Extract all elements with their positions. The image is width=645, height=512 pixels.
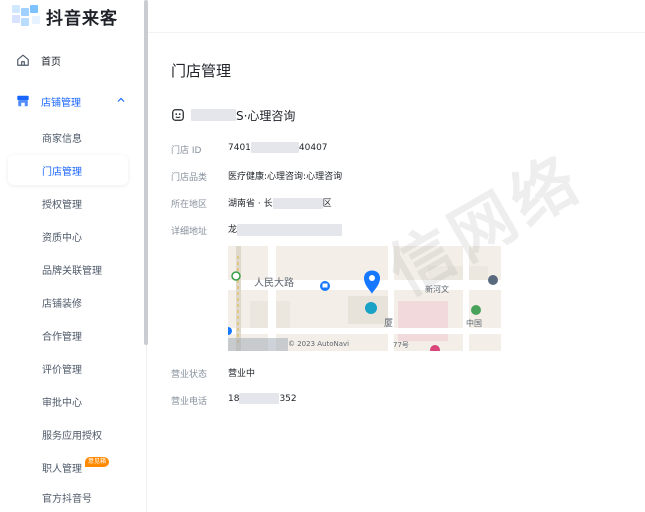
home-icon	[17, 54, 29, 66]
sidebar-group-label: 店铺管理	[41, 97, 81, 109]
phone-label: 营业电话	[171, 397, 208, 407]
masked-text	[239, 393, 280, 404]
sidebar-item-qualification[interactable]: 资质中心	[8, 221, 128, 251]
map-place-label: 厦	[384, 319, 394, 329]
sidebar-item-reviews[interactable]: 评价管理	[8, 353, 128, 383]
address-value: 龙	[228, 222, 343, 236]
app-logo[interactable]: 抖音来客	[12, 4, 118, 29]
phone-value: 18 352	[228, 393, 297, 404]
status-value: 营业中	[228, 369, 256, 379]
sidebar-item-staff[interactable]: 职人管理 意见箱	[8, 452, 128, 482]
sidebar-item-authorization[interactable]: 授权管理	[8, 188, 128, 218]
logo-icon	[12, 5, 44, 27]
page-title: 门店管理	[171, 62, 232, 80]
store-face-icon	[172, 109, 184, 121]
chevron-up-icon[interactable]	[116, 95, 126, 105]
masked-text	[237, 223, 343, 236]
category-label: 门店品类	[171, 173, 208, 183]
sidebar-item-store-decoration[interactable]: 店铺装修	[8, 287, 128, 317]
store-id-label: 门店 ID	[171, 146, 202, 156]
store-icon	[17, 95, 29, 107]
sidebar-item-merchant-info[interactable]: 商家信息	[8, 122, 128, 152]
sidebar-group-store-management[interactable]: 店铺管理	[0, 88, 146, 114]
map-graphic	[228, 246, 501, 351]
masked-text	[191, 109, 236, 121]
map-copyright: © 2023 AutoNavi	[288, 340, 350, 348]
status-label: 营业状态	[171, 370, 208, 380]
sidebar-item-cooperation[interactable]: 合作管理	[8, 320, 128, 350]
sidebar-item-home-label: 首页	[41, 56, 61, 68]
sidebar-item-approval[interactable]: 审批中心	[8, 386, 128, 416]
address-label: 详细地址	[171, 227, 208, 237]
sidebar-item-official-douyin[interactable]: 官方抖音号	[8, 482, 128, 512]
masked-text	[272, 198, 323, 209]
sidebar-item-brand-link[interactable]: 品牌关联管理	[8, 254, 128, 284]
map-place-label: 新河文	[425, 285, 449, 294]
sidebar-item-app-auth[interactable]: 服务应用授权	[8, 419, 128, 449]
feedback-badge: 意见箱	[85, 457, 110, 467]
sidebar-item-store-management[interactable]: 门店管理	[8, 155, 128, 185]
map-place-label: 中国	[466, 319, 482, 328]
store-header: S·心理咨询	[171, 106, 295, 124]
region-value: 湖南省 · 长区	[228, 198, 332, 209]
map-address-number: 77号	[393, 341, 409, 349]
store-map[interactable]: 人民大路 新河文 中国 厦 © 2023 AutoNavi 77号	[228, 246, 501, 351]
masked-text	[250, 142, 299, 153]
region-label: 所在地区	[171, 200, 208, 210]
store-name: S·心理咨询	[236, 108, 296, 123]
top-bar	[148, 0, 645, 33]
sidebar: 抖音来客 首页 店铺管理 商家信息 门店管理 授权管理 资质中心 品牌关联管理 …	[0, 0, 148, 512]
logo-text: 抖音来客	[46, 8, 118, 29]
main-content: 门店管理 S·心理咨询 门店 ID 7401 40407 门店品类 医疗健康:心理…	[148, 0, 645, 512]
store-id-value: 7401 40407	[228, 142, 328, 153]
map-road-label: 人民大路	[254, 278, 294, 289]
category-value: 医疗健康:心理咨询:心理咨询	[228, 172, 343, 182]
sidebar-item-home[interactable]: 首页	[0, 46, 146, 74]
